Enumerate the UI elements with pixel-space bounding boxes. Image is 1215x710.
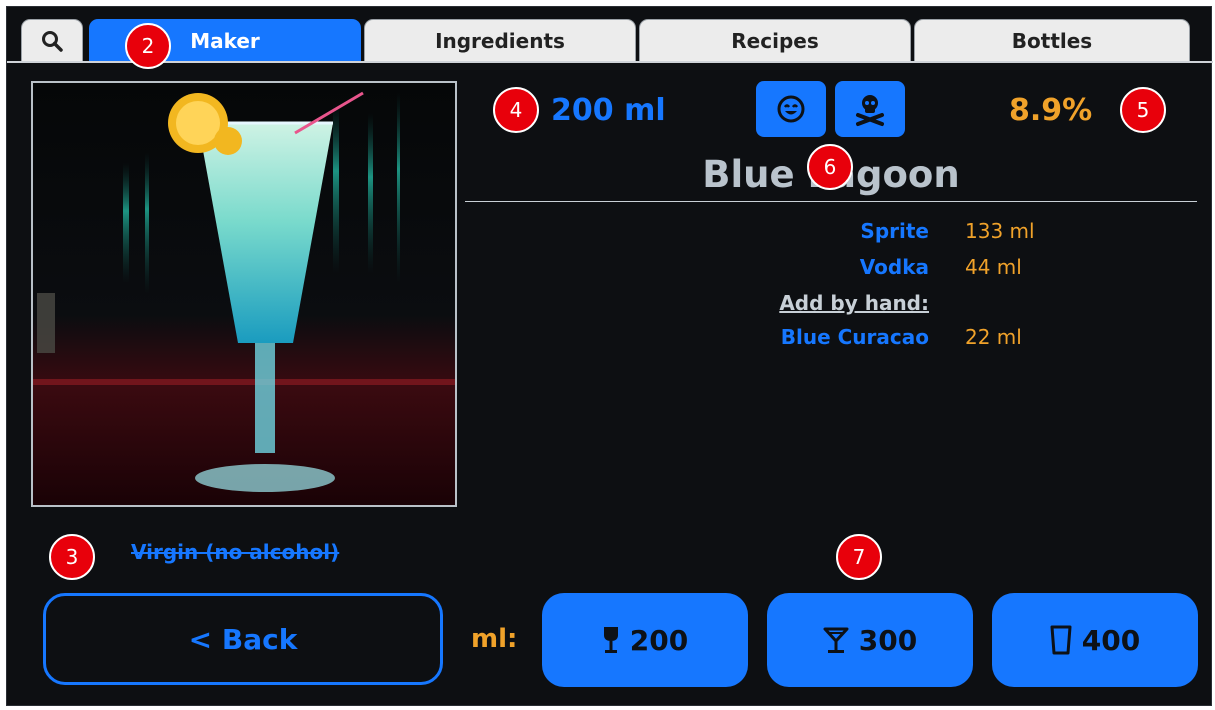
back-button[interactable]: < Back [43,593,443,685]
annotation-marker: 3 [49,534,95,580]
ingredient-name: Vodka [859,255,929,279]
back-button-label: < Back [188,622,298,656]
strong-alcohol-button[interactable] [835,81,905,137]
wine-glass-icon [603,627,618,653]
app-window: Maker Ingredients Recipes Bottles 200 ml… [6,6,1213,706]
virgin-toggle[interactable]: Virgin (no alcohol) [131,540,339,564]
annotation-marker: 7 [836,534,882,580]
ingredient-name: Blue Curacao [780,325,929,349]
tab-search[interactable] [21,19,83,62]
ingredient-amount: 22 ml [965,325,1022,349]
cocktail-glass-icon [823,627,849,653]
add-by-hand-heading: Add by hand: [779,291,929,315]
ingredient-amount-row: 22 ml [965,325,1085,351]
size-200-label: 200 [629,623,689,657]
ingredient-name: Sprite [860,219,929,243]
ingredient-amount-row: 44 ml [965,255,1085,281]
size-300-label: 300 [858,623,918,657]
annotation-marker: 6 [807,144,853,190]
tab-recipes-label: Recipes [731,29,819,53]
happy-button[interactable] [756,81,826,137]
annotation-marker: 2 [125,23,171,69]
size-400-label: 400 [1081,623,1141,657]
ingredient-row: Blue Curacao [7,325,929,351]
annotation-marker: 4 [493,87,539,133]
size-300-button[interactable]: 300 [767,593,973,687]
size-label: ml: [471,624,518,654]
smiley-icon [777,95,805,123]
skull-crossbones-icon [856,95,884,126]
search-icon [42,31,63,52]
ingredient-amount: 44 ml [965,255,1022,279]
ingredient-row: Vodka [7,255,929,281]
annotation-marker: 5 [1120,87,1166,133]
drink-volume: 200 ml [551,93,666,128]
ingredient-amount-row: 133 ml [965,219,1085,245]
tumbler-glass-icon [1050,625,1072,655]
title-divider [465,201,1197,202]
size-400-button[interactable]: 400 [992,593,1198,687]
ingredient-row: Sprite [7,219,929,245]
ingredient-amount: 133 ml [965,219,1035,243]
tab-recipes[interactable]: Recipes [639,19,911,62]
tab-maker-label: Maker [190,29,260,53]
tab-divider [7,61,1213,63]
cocktail-image [31,81,457,507]
tab-ingredients[interactable]: Ingredients [364,19,636,62]
tab-bottles[interactable]: Bottles [914,19,1190,62]
tab-bar: Maker Ingredients Recipes Bottles [7,7,1213,63]
alcohol-percentage: 8.9% [1009,93,1093,128]
tab-ingredients-label: Ingredients [435,29,565,53]
tab-bottles-label: Bottles [1011,29,1093,53]
size-200-button[interactable]: 200 [542,593,748,687]
